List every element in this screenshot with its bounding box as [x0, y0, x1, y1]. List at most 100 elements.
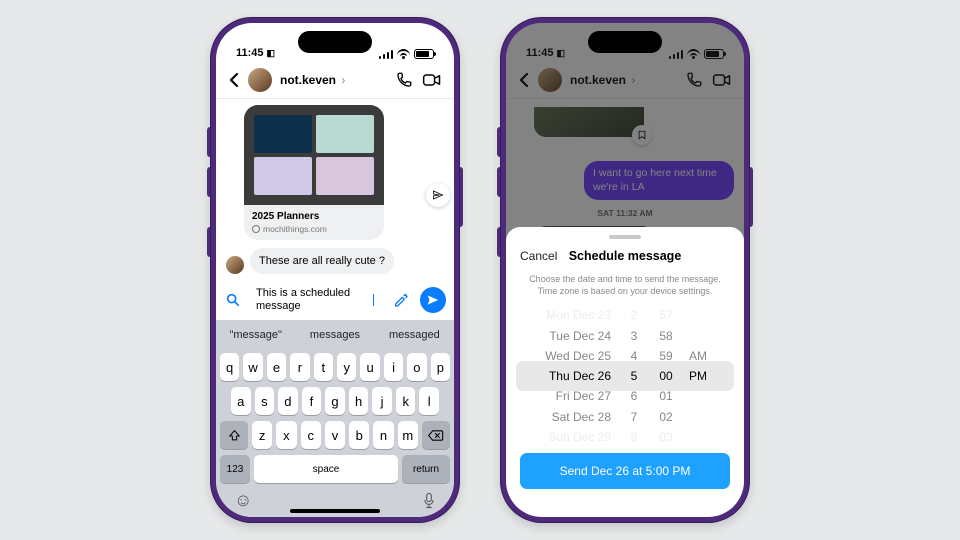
- return-key[interactable]: return: [402, 455, 450, 483]
- key-u[interactable]: u: [360, 353, 379, 381]
- composer-input[interactable]: This is a scheduled message: [248, 285, 382, 315]
- schedule-send-button[interactable]: Send Dec 26 at 5:00 PM: [520, 453, 730, 489]
- cell-signal-icon: [379, 50, 393, 59]
- backspace-key[interactable]: [422, 421, 450, 449]
- home-indicator[interactable]: [290, 509, 380, 513]
- video-button[interactable]: [422, 70, 442, 90]
- key-o[interactable]: o: [407, 353, 426, 381]
- notch: [588, 31, 662, 53]
- link-card[interactable]: 2025 Planners mochithings.com: [244, 105, 384, 240]
- key-e[interactable]: e: [267, 353, 286, 381]
- schedule-sheet: Cancel Schedule message Choose the date …: [506, 227, 744, 517]
- key-q[interactable]: q: [220, 353, 239, 381]
- battery-icon: [414, 49, 434, 59]
- picker-option[interactable]: 6: [631, 386, 638, 406]
- picker-option[interactable]: 03: [659, 427, 672, 447]
- picker-option[interactable]: 8: [631, 427, 638, 447]
- picker-option[interactable]: 3: [631, 326, 638, 346]
- picker-option[interactable]: Sat Dec 28: [552, 407, 611, 427]
- key-k[interactable]: k: [396, 387, 416, 415]
- suggestion-3[interactable]: messaged: [375, 329, 454, 341]
- key-c[interactable]: c: [301, 421, 321, 449]
- picker-option[interactable]: Tue Dec 24: [549, 326, 611, 346]
- picker-date-column[interactable]: Mon Dec 23Tue Dec 24Wed Dec 25Thu Dec 26…: [537, 305, 611, 447]
- composer-text: This is a scheduled message: [256, 287, 372, 313]
- edit-button[interactable]: [388, 287, 414, 313]
- share-button[interactable]: [426, 183, 450, 207]
- emoji-key[interactable]: ☺: [234, 490, 252, 511]
- picker-option[interactable]: 4: [631, 346, 638, 366]
- composer: This is a scheduled message: [216, 280, 454, 320]
- key-f[interactable]: f: [302, 387, 322, 415]
- text-cursor: [373, 294, 374, 306]
- status-time: 11:45: [236, 47, 264, 59]
- key-p[interactable]: p: [431, 353, 450, 381]
- key-z[interactable]: z: [252, 421, 272, 449]
- search-button[interactable]: [224, 291, 242, 309]
- key-t[interactable]: t: [314, 353, 333, 381]
- key-x[interactable]: x: [276, 421, 296, 449]
- phone-left: 11:45 ◧ not.keven ›: [210, 17, 460, 523]
- key-s[interactable]: s: [255, 387, 275, 415]
- picker-option[interactable]: Mon Dec 23: [546, 305, 611, 325]
- key-v[interactable]: v: [325, 421, 345, 449]
- picker-option[interactable]: 2: [631, 305, 638, 325]
- message-bubble[interactable]: These are all really cute ?: [250, 248, 394, 274]
- phone-right: 11:45 ◧ not.keven ›: [500, 17, 750, 523]
- picker-option[interactable]: Thu Dec 26: [549, 366, 611, 386]
- picker-option[interactable]: Wed Dec 25: [545, 346, 611, 366]
- call-button[interactable]: [394, 70, 414, 90]
- key-d[interactable]: d: [278, 387, 298, 415]
- key-g[interactable]: g: [325, 387, 345, 415]
- key-h[interactable]: h: [349, 387, 369, 415]
- chat-area[interactable]: 2025 Planners mochithings.com These are …: [216, 99, 454, 280]
- picker-option[interactable]: PM: [689, 366, 707, 386]
- key-n[interactable]: n: [373, 421, 393, 449]
- user-avatar[interactable]: [248, 68, 272, 92]
- picker-option[interactable]: Fri Dec 27: [556, 386, 611, 406]
- key-m[interactable]: m: [398, 421, 418, 449]
- picker-option[interactable]: 57: [659, 305, 672, 325]
- picker-option[interactable]: 02: [659, 407, 672, 427]
- back-button[interactable]: [228, 72, 240, 88]
- link-card-image: [244, 105, 384, 205]
- picker-option[interactable]: AM: [689, 346, 707, 366]
- picker-minute-column[interactable]: 57585900010203: [657, 305, 675, 447]
- dictation-key[interactable]: [422, 492, 436, 510]
- send-button[interactable]: [420, 287, 446, 313]
- message-avatar[interactable]: [226, 256, 244, 274]
- sheet-subtitle: Choose the date and time to send the mes…: [506, 267, 744, 305]
- picker-option[interactable]: 01: [659, 386, 672, 406]
- screen-left: 11:45 ◧ not.keven ›: [216, 23, 454, 517]
- key-w[interactable]: w: [243, 353, 262, 381]
- notch: [298, 31, 372, 53]
- key-j[interactable]: j: [372, 387, 392, 415]
- wifi-icon: [397, 49, 410, 59]
- screen-right: 11:45 ◧ not.keven ›: [506, 23, 744, 517]
- datetime-picker[interactable]: Mon Dec 23Tue Dec 24Wed Dec 25Thu Dec 26…: [506, 305, 744, 447]
- keyboard-row-3: zxcvbnm: [216, 418, 454, 452]
- suggestion-2[interactable]: messages: [295, 329, 374, 341]
- picker-option[interactable]: 00: [659, 366, 672, 386]
- picker-option[interactable]: 59: [659, 346, 672, 366]
- key-i[interactable]: i: [384, 353, 403, 381]
- message-row: These are all really cute ?: [226, 248, 444, 274]
- picker-option[interactable]: 58: [659, 326, 672, 346]
- picker-option[interactable]: 5: [631, 366, 638, 386]
- picker-hour-column[interactable]: 2345678: [625, 305, 643, 447]
- sheet-grabber[interactable]: [609, 235, 641, 239]
- keyboard: "message" messages messaged qwertyuiop a…: [216, 320, 454, 517]
- key-l[interactable]: l: [419, 387, 439, 415]
- numbers-key[interactable]: 123: [220, 455, 250, 483]
- username[interactable]: not.keven ›: [280, 73, 386, 87]
- picker-option[interactable]: 7: [631, 407, 638, 427]
- key-b[interactable]: b: [349, 421, 369, 449]
- shift-key[interactable]: [220, 421, 248, 449]
- picker-ampm-column[interactable]: AMPM: [689, 305, 713, 447]
- key-r[interactable]: r: [290, 353, 309, 381]
- suggestion-1[interactable]: "message": [216, 329, 295, 341]
- space-key[interactable]: space: [254, 455, 398, 483]
- picker-option[interactable]: Sun Dec 29: [548, 427, 611, 447]
- key-y[interactable]: y: [337, 353, 356, 381]
- key-a[interactable]: a: [231, 387, 251, 415]
